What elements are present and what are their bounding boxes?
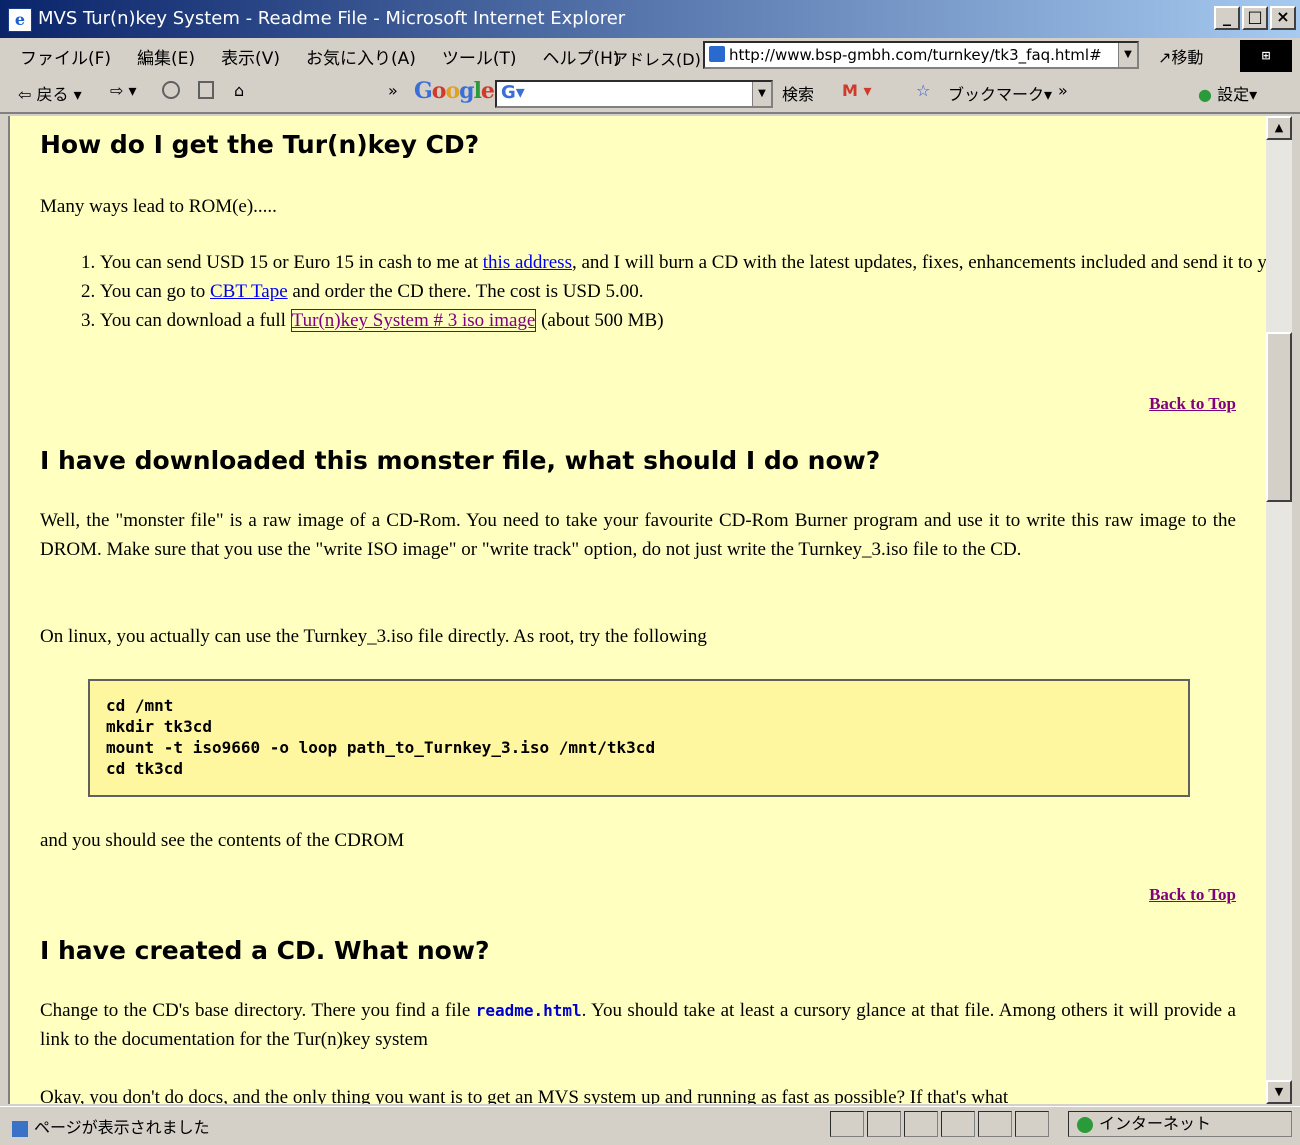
address-value: http://www.bsp-gmbh.com/turnkey/tk3_faq.…: [729, 46, 1102, 64]
refresh-button[interactable]: [198, 81, 214, 103]
list-text: You can send USD 15 or Euro 15 in cash t…: [100, 252, 483, 273]
bookmarks-button[interactable]: ブックマーク▾: [948, 81, 1052, 105]
menu-bar: ファイル(F) 編集(E) 表示(V) お気に入り(A) ツール(T) ヘルプ(…: [0, 38, 1300, 75]
status-cell: [904, 1111, 938, 1137]
page-icon: [709, 46, 725, 62]
security-zone: インターネット: [1068, 1111, 1292, 1137]
address-label: アドレス(D): [612, 50, 701, 69]
home-icon: ⌂: [234, 81, 245, 100]
scroll-down-icon[interactable]: ▼: [1266, 1080, 1292, 1104]
gmail-icon[interactable]: M ▾: [842, 81, 872, 100]
title-bar: e MVS Tur(n)key System - Readme File - M…: [0, 0, 1300, 38]
google-g-icon: G▾: [501, 82, 525, 103]
settings-icon: ●: [1198, 85, 1212, 104]
back-to-top-link[interactable]: Back to Top: [1149, 885, 1236, 905]
search-dropdown-icon[interactable]: ▼: [752, 82, 771, 106]
paragraph-raw-image: Well, the "monster file" is a raw image …: [40, 510, 1236, 560]
refresh-icon: [198, 81, 214, 99]
toolbar-chevron-icon[interactable]: »: [388, 81, 398, 100]
address-bar[interactable]: http://www.bsp-gmbh.com/turnkey/tk3_faq.…: [703, 41, 1139, 69]
status-text: ページが表示されました: [34, 1118, 210, 1137]
menu-view[interactable]: 表示(V): [221, 44, 280, 69]
intro-text: Many ways lead to ROM(e).....: [40, 196, 277, 217]
bookmarks-label: ブックマーク: [948, 85, 1045, 104]
status-cells: [830, 1111, 1049, 1137]
maximize-button[interactable]: □: [1242, 6, 1268, 30]
go-button[interactable]: ↗移動: [1158, 44, 1203, 68]
back-arrow-icon: ⇦: [18, 85, 32, 104]
minimize-button[interactable]: _: [1214, 6, 1240, 30]
zone-label: インターネット: [1099, 1114, 1212, 1133]
page-done-icon: [12, 1120, 28, 1137]
home-button[interactable]: ⌂: [234, 81, 244, 100]
window-title: MVS Tur(n)key System - Readme File - Mic…: [38, 8, 626, 29]
iso-image-link[interactable]: Tur(n)key System # 3 iso image: [290, 309, 537, 332]
address-dropdown-icon[interactable]: ▼: [1118, 43, 1137, 67]
code-text: cd /mnt mkdir tk3cd mount -t iso9660 -o …: [106, 696, 656, 778]
readme-filename: readme.html: [475, 1001, 582, 1020]
list-item: You can send USD 15 or Euro 15 in cash t…: [100, 248, 1266, 277]
settings-button[interactable]: ● 設定▾: [1198, 81, 1257, 105]
list-item: You can go to CBT Tape and order the CD …: [100, 277, 1266, 306]
this-address-link[interactable]: this address: [483, 252, 572, 273]
paragraph-linux: On linux, you actually can use the Turnk…: [40, 626, 707, 647]
readme-text: Change to the CD's base directory. There…: [40, 1000, 476, 1021]
go-label: 移動: [1171, 48, 1204, 67]
status-cell: [1015, 1111, 1049, 1137]
back-button[interactable]: ⇦ 戻る ▾: [18, 81, 82, 105]
options-list: You can send USD 15 or Euro 15 in cash t…: [40, 248, 1266, 335]
scroll-thumb[interactable]: [1266, 332, 1292, 502]
stop-button[interactable]: [162, 81, 180, 103]
heading-downloaded: I have downloaded this monster file, wha…: [40, 446, 881, 475]
paragraph-no-docs: Okay, you don't do docs, and the only th…: [40, 1087, 1009, 1104]
settings-label: 設定: [1217, 85, 1250, 104]
back-to-top-link[interactable]: Back to Top: [1149, 394, 1236, 414]
heading-get-cd: How do I get the Tur(n)key CD?: [40, 130, 480, 159]
google-logo: Google: [414, 78, 495, 104]
ie-icon: e: [8, 8, 32, 32]
close-button[interactable]: ×: [1270, 6, 1296, 30]
menu-favorites[interactable]: お気に入り(A): [306, 44, 416, 69]
window-controls: _ □ ×: [1214, 6, 1296, 30]
heading-created-cd: I have created a CD. What now?: [40, 936, 490, 965]
toolbar: ⇦ 戻る ▾ ⇨ ▾ ⌂ » Google G▾ ▼ 検索 M ▾ ☆ ブックマ…: [0, 74, 1300, 114]
list-text: You can download a full: [100, 310, 291, 331]
search-button[interactable]: 検索: [782, 81, 814, 105]
list-text: and order the CD there. The cost is USD …: [287, 281, 644, 302]
star-icon[interactable]: ☆: [916, 81, 930, 100]
cbt-tape-link[interactable]: CBT Tape: [210, 281, 288, 302]
list-text: (about 500 MB): [536, 310, 664, 331]
windows-logo-icon: ⊞: [1240, 40, 1292, 72]
list-text: , and I will burn a CD with the latest u…: [571, 252, 1266, 273]
status-cell: [978, 1111, 1012, 1137]
menu-help[interactable]: ヘルプ(H): [543, 44, 620, 69]
list-text: You can go to: [100, 281, 210, 302]
scroll-up-icon[interactable]: ▲: [1266, 116, 1292, 140]
status-message: ページが表示されました: [12, 1114, 210, 1138]
menu-edit[interactable]: 編集(E): [137, 44, 195, 69]
menu-tools[interactable]: ツール(T): [442, 44, 517, 69]
code-block: cd /mnt mkdir tk3cd mount -t iso9660 -o …: [88, 679, 1190, 797]
status-cell: [830, 1111, 864, 1137]
go-arrow-icon: ↗: [1158, 48, 1172, 67]
status-cell: [941, 1111, 975, 1137]
more-chevron-icon[interactable]: »: [1058, 81, 1068, 100]
stop-icon: [162, 81, 180, 99]
status-cell: [867, 1111, 901, 1137]
status-bar: ページが表示されました インターネット: [0, 1106, 1300, 1145]
vertical-scrollbar[interactable]: ▲ ▼: [1266, 116, 1292, 1104]
globe-icon: [1077, 1116, 1093, 1133]
forward-arrow-icon: ⇨: [110, 81, 124, 100]
menu-file[interactable]: ファイル(F): [20, 44, 111, 69]
paragraph-readme: Change to the CD's base directory. There…: [40, 996, 1236, 1054]
back-label: 戻る: [36, 85, 69, 104]
list-item: You can download a full Tur(n)key System…: [100, 306, 1266, 335]
page-content: How do I get the Tur(n)key CD? Many ways…: [8, 116, 1266, 1104]
google-search-input[interactable]: G▾ ▼: [495, 80, 773, 108]
forward-button[interactable]: ⇨ ▾: [110, 81, 137, 100]
paragraph-contents: and you should see the contents of the C…: [40, 830, 405, 851]
